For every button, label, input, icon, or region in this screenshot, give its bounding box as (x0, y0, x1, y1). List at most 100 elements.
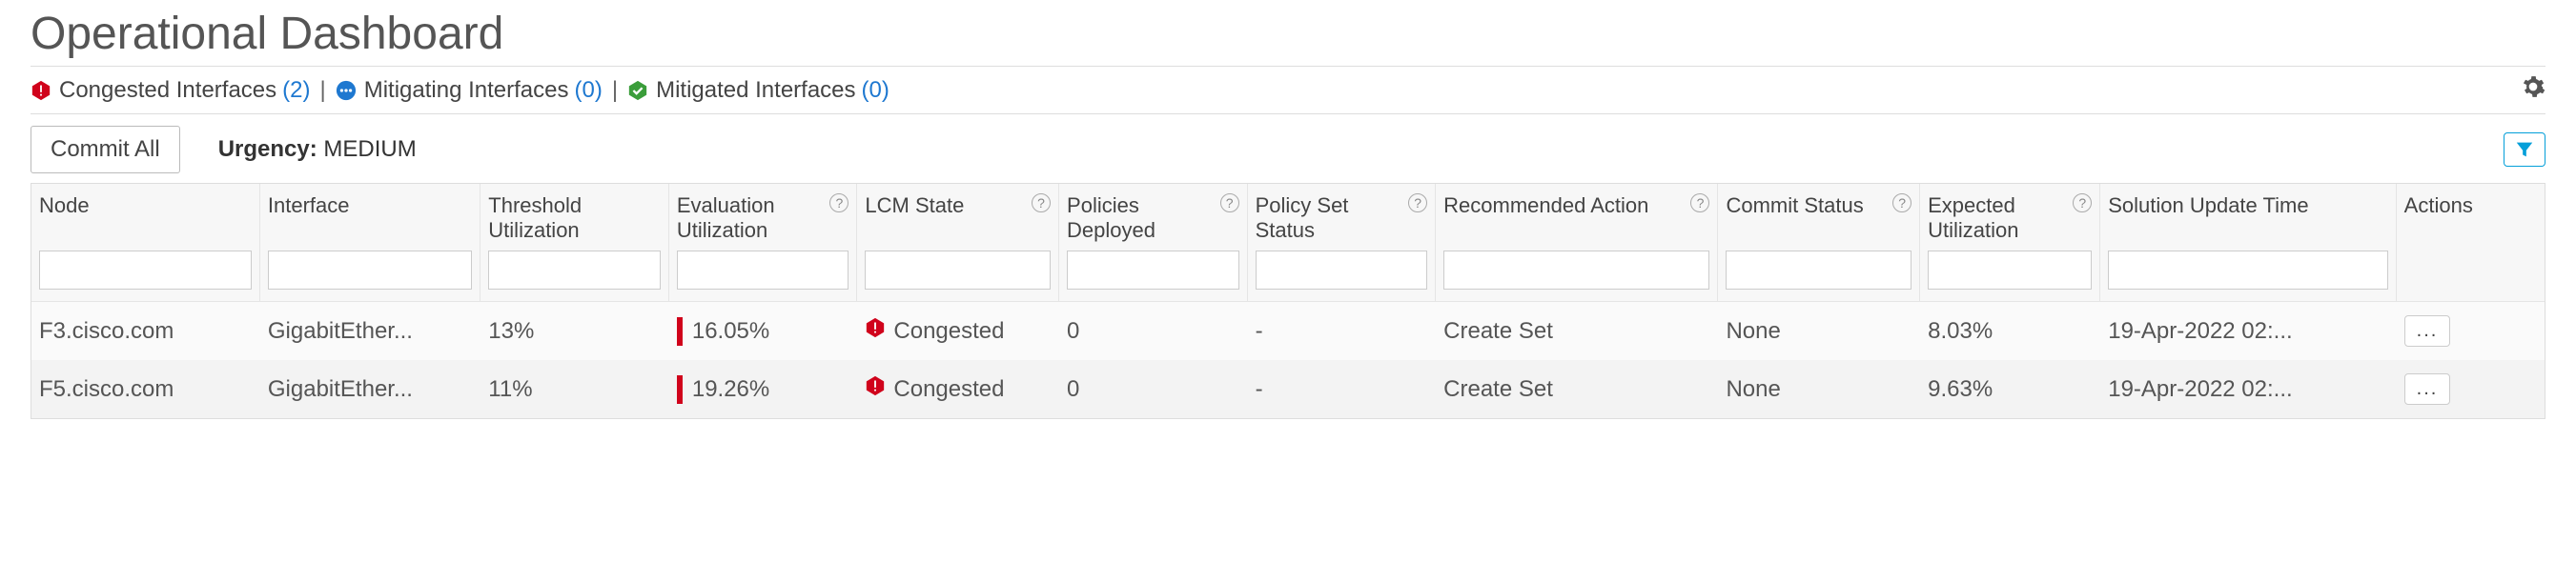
col-header-commit[interactable]: Commit Status? (1718, 184, 1920, 247)
cell-solution: 19-Apr-2022 02:... (2100, 360, 2396, 418)
gear-icon (2521, 74, 2545, 99)
col-header-policyset[interactable]: Policy Set Status? (1248, 184, 1437, 247)
filter-input-policyset[interactable] (1256, 251, 1428, 290)
col-label: Commit Status (1726, 193, 1863, 218)
help-icon[interactable]: ? (1892, 193, 1912, 212)
cell-lcm: Congested (857, 360, 1059, 418)
help-icon[interactable]: ? (1408, 193, 1427, 212)
status-mitigated: Mitigated Interfaces (0) (627, 77, 889, 104)
col-label: Node (39, 193, 90, 218)
status-mitigated-label: Mitigated Interfaces (656, 77, 855, 104)
cell-interface: GigabitEther... (260, 302, 480, 360)
filter-input-commit[interactable] (1726, 251, 1912, 290)
severity-bar (677, 317, 683, 346)
col-label: Policies Deployed (1067, 193, 1215, 243)
col-label: Solution Update Time (2108, 193, 2308, 218)
col-label: Actions (2404, 193, 2473, 218)
commit-all-button[interactable]: Commit All (31, 126, 180, 173)
col-header-policies[interactable]: Policies Deployed? (1059, 184, 1248, 247)
cell-expected: 9.63% (1920, 360, 2100, 418)
page-title: Operational Dashboard (31, 8, 2545, 60)
severity-bar (677, 375, 683, 404)
col-label: Expected Utilization (1928, 193, 2067, 243)
cell-recaction: Create Set (1436, 302, 1718, 360)
filter-input-interface[interactable] (268, 251, 472, 290)
status-mitigating: Mitigating Interfaces (0) (336, 77, 603, 104)
cell-solution: 19-Apr-2022 02:... (2100, 302, 2396, 360)
interfaces-table: Node Interface Threshold Utilization Eva… (31, 183, 2545, 419)
divider (31, 66, 2545, 67)
cell-node: F3.cisco.com (31, 302, 260, 360)
separator: | (612, 77, 618, 104)
col-label: Recommended Action (1443, 193, 1648, 218)
status-mitigated-count: (0) (862, 77, 889, 104)
filter-input-policies[interactable] (1067, 251, 1239, 290)
filter-input-solution[interactable] (2108, 251, 2387, 290)
alert-icon (865, 317, 886, 345)
col-label: LCM State (865, 193, 964, 218)
row-actions-button[interactable]: ... (2404, 373, 2451, 405)
row-actions-button[interactable]: ... (2404, 315, 2451, 347)
status-bar: Congested Interfaces (2) | Mitigating In… (31, 74, 2545, 106)
filter-input-lcm[interactable] (865, 251, 1051, 290)
col-label: Threshold Utilization (488, 193, 661, 243)
cell-evaluation: 19.26% (669, 360, 858, 418)
help-icon[interactable]: ? (1032, 193, 1051, 212)
col-header-actions: Actions (2397, 184, 2545, 247)
help-icon[interactable]: ? (1690, 193, 1709, 212)
table-row: F5.cisco.comGigabitEther...11%19.26%Cong… (31, 360, 2545, 418)
status-mitigating-label: Mitigating Interfaces (364, 77, 569, 104)
cell-policies: 0 (1059, 302, 1248, 360)
status-mitigating-count: (0) (575, 77, 603, 104)
alert-icon (865, 375, 886, 403)
urgency-value: MEDIUM (323, 136, 416, 162)
help-icon[interactable]: ? (2073, 193, 2092, 212)
status-congested-label: Congested Interfaces (59, 77, 276, 104)
filter-input-recaction[interactable] (1443, 251, 1709, 290)
urgency-indicator: Urgency: MEDIUM (218, 136, 417, 163)
col-header-interface[interactable]: Interface (260, 184, 480, 247)
cell-policies: 0 (1059, 360, 1248, 418)
col-header-node[interactable]: Node (31, 184, 260, 247)
urgency-label: Urgency: (218, 136, 317, 162)
col-header-threshold[interactable]: Threshold Utilization (480, 184, 669, 247)
progress-icon (336, 80, 357, 101)
filter-input-evaluation[interactable] (677, 251, 849, 290)
col-label: Policy Set Status (1256, 193, 1403, 243)
cell-expected: 8.03% (1920, 302, 2100, 360)
cell-actions: ... (2397, 302, 2545, 360)
help-icon[interactable]: ? (829, 193, 848, 212)
cell-lcm: Congested (857, 302, 1059, 360)
help-icon[interactable]: ? (1220, 193, 1239, 212)
col-label: Interface (268, 193, 350, 218)
alert-icon (31, 80, 51, 101)
cell-evaluation: 16.05% (669, 302, 858, 360)
filter-button[interactable] (2504, 132, 2545, 167)
funnel-icon (2514, 139, 2535, 160)
status-congested-count: (2) (282, 77, 310, 104)
cell-recaction: Create Set (1436, 360, 1718, 418)
controls-row: Commit All Urgency: MEDIUM (31, 126, 2545, 173)
cell-commit: None (1718, 360, 1920, 418)
cell-policyset: - (1248, 360, 1437, 418)
cell-actions: ... (2397, 360, 2545, 418)
col-header-solution[interactable]: Solution Update Time (2100, 184, 2396, 247)
col-header-evaluation[interactable]: Evaluation Utilization? (669, 184, 858, 247)
col-header-recaction[interactable]: Recommended Action? (1436, 184, 1718, 247)
separator: | (319, 77, 325, 104)
filter-input-threshold[interactable] (488, 251, 661, 290)
status-congested: Congested Interfaces (2) (31, 77, 310, 104)
filter-input-node[interactable] (39, 251, 252, 290)
settings-button[interactable] (2521, 74, 2545, 106)
check-icon (627, 80, 648, 101)
col-header-lcm[interactable]: LCM State? (857, 184, 1059, 247)
filter-input-expected[interactable] (1928, 251, 2092, 290)
table-row: F3.cisco.comGigabitEther...13%16.05%Cong… (31, 302, 2545, 360)
cell-interface: GigabitEther... (260, 360, 480, 418)
col-header-expected[interactable]: Expected Utilization? (1920, 184, 2100, 247)
divider (31, 113, 2545, 114)
col-label: Evaluation Utilization (677, 193, 825, 243)
cell-threshold: 11% (480, 360, 669, 418)
cell-commit: None (1718, 302, 1920, 360)
cell-policyset: - (1248, 302, 1437, 360)
